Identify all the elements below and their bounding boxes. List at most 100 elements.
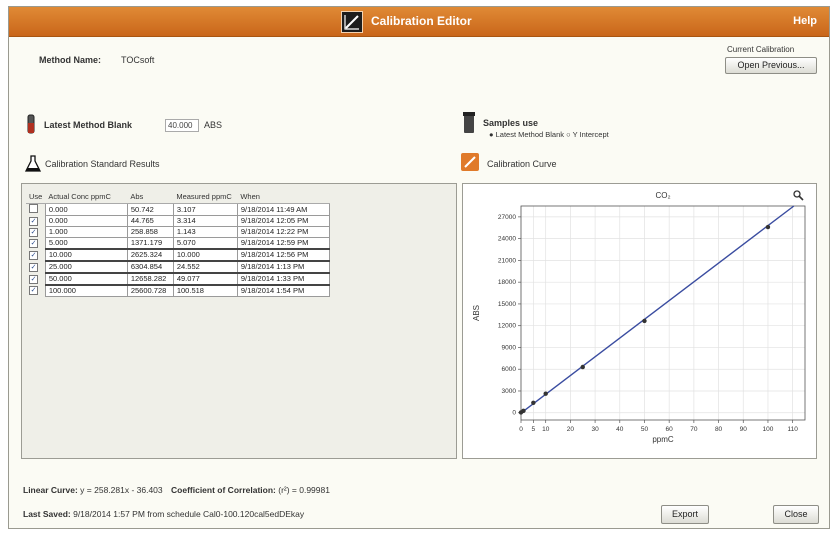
- when-cell: 9/18/2014 12:22 PM: [236, 225, 330, 238]
- use-checkbox[interactable]: ✓: [29, 227, 38, 237]
- results-table: Use Actual Conc ppmC Abs Measured ppmC W…: [26, 190, 330, 297]
- abs-cell: 12658.282: [126, 271, 174, 285]
- zoom-icon[interactable]: [793, 190, 804, 201]
- col-actual-conc: Actual Conc ppmC: [45, 190, 128, 204]
- last-saved-value: 9/18/2014 1:57 PM from schedule Cal0-100…: [73, 509, 305, 519]
- help-link[interactable]: Help: [793, 15, 817, 27]
- x-tick-label: 80: [715, 426, 723, 433]
- window-title: Calibration Editor: [371, 14, 472, 28]
- actual-conc-cell: 0.000: [44, 203, 128, 216]
- method-name-value: TOCsoft: [121, 55, 155, 65]
- current-calibration-label: Current Calibration: [727, 45, 795, 54]
- table-row[interactable]: 0.000 50.742 3.107 9/18/2014 11:49 AM: [26, 203, 330, 216]
- open-previous-button[interactable]: Open Previous...: [725, 57, 817, 74]
- measured-cell: 100.518: [172, 283, 238, 297]
- plot-area: [520, 205, 806, 421]
- x-tick-label: 40: [616, 426, 624, 433]
- actual-conc-cell: 25.000: [44, 259, 128, 273]
- table-row[interactable]: ✓ 100.000 25600.728 100.518 9/18/2014 1:54 P…: [26, 283, 330, 297]
- use-checkbox[interactable]: ✓: [29, 250, 38, 260]
- method-name-label: Method Name:: [39, 55, 102, 65]
- samples-use-label: Samples use: [483, 118, 539, 128]
- data-point: [580, 364, 585, 370]
- correlation-value: (r²) = 0.99981: [278, 485, 330, 495]
- use-cell: ✓: [26, 226, 45, 237]
- col-measured: Measured ppmC: [173, 190, 238, 204]
- abs-cell: 2625.324: [126, 247, 174, 261]
- actual-conc-cell: 50.000: [44, 271, 128, 285]
- when-cell: 9/18/2014 1:33 PM: [236, 271, 330, 285]
- fit-line: [520, 205, 795, 414]
- y-tick-label: 27000: [498, 214, 516, 221]
- y-tick-label: 0: [512, 410, 516, 417]
- table-row[interactable]: ✓ 5.000 1371.179 5.070 9/18/2014 12:59 PM: [26, 236, 330, 249]
- use-cell: [26, 204, 45, 216]
- abs-cell: 6304.854: [126, 259, 174, 273]
- calibration-editor-window: Calibration Editor Help Method Name: TOC…: [8, 6, 830, 529]
- table-row[interactable]: ✓ 25.000 6304.854 24.552 9/18/2014 1:13 PM: [26, 259, 330, 273]
- measured-cell: 3.107: [172, 203, 238, 216]
- actual-conc-cell: 1.000: [44, 225, 128, 238]
- when-cell: 9/18/2014 12:05 PM: [236, 214, 330, 227]
- export-button[interactable]: Export: [661, 505, 709, 524]
- chart-title: CO₂: [655, 191, 670, 200]
- use-checkbox[interactable]: [29, 204, 38, 213]
- table-row[interactable]: ✓ 50.000 12658.282 49.077 9/18/2014 1:33 PM: [26, 271, 330, 285]
- close-button[interactable]: Close: [773, 505, 819, 524]
- measured-cell: 1.143: [172, 225, 238, 238]
- y-axis-label: ABS: [472, 305, 481, 321]
- use-checkbox[interactable]: ✓: [29, 216, 38, 226]
- last-saved-row: Last Saved: 9/18/2014 1:57 PM from sched…: [23, 509, 304, 519]
- linear-curve-value: y = 258.281x - 36.403: [80, 485, 163, 495]
- calibration-curve-label: Calibration Curve: [487, 159, 557, 169]
- latest-method-blank-label: Latest Method Blank: [44, 120, 133, 130]
- calibration-curve-icon: [461, 153, 479, 176]
- y-tick-label: 21000: [498, 257, 516, 264]
- y-tick-label: 18000: [498, 279, 516, 286]
- use-checkbox[interactable]: ✓: [29, 262, 38, 272]
- when-cell: 9/18/2014 12:56 PM: [236, 247, 330, 261]
- method-blank-input[interactable]: [165, 119, 199, 132]
- x-tick-label: 5: [532, 426, 536, 433]
- linear-curve-row: Linear Curve: y = 258.281x - 36.403 Coef…: [23, 485, 330, 495]
- abs-cell: 258.858: [126, 225, 174, 238]
- x-tick-label: 70: [690, 426, 698, 433]
- measured-cell: 10.000: [172, 247, 238, 261]
- x-tick-label: 90: [740, 426, 748, 433]
- use-cell: ✓: [26, 215, 45, 226]
- y-tick-label: 12000: [498, 323, 516, 330]
- correlation-label: Coefficient of Correlation:: [171, 485, 276, 495]
- col-when: When: [237, 190, 330, 204]
- data-point: [531, 400, 536, 405]
- table-row[interactable]: ✓ 0.000 44.765 3.314 9/18/2014 12:05 PM: [26, 214, 330, 227]
- use-checkbox[interactable]: ✓: [29, 274, 38, 284]
- table-row[interactable]: ✓ 1.000 258.858 1.143 9/18/2014 12:22 PM: [26, 225, 330, 238]
- vial-icon: [25, 113, 37, 140]
- x-tick-label: 110: [787, 426, 798, 433]
- col-use: Use: [26, 190, 46, 204]
- use-cell: ✓: [26, 285, 45, 297]
- measured-cell: 3.314: [172, 214, 238, 227]
- use-cell: ✓: [26, 237, 45, 249]
- y-tick-label: 3000: [502, 388, 517, 395]
- x-tick-label: 0: [519, 426, 523, 433]
- x-tick-label: 10: [542, 426, 550, 433]
- data-point: [521, 408, 526, 414]
- flask-icon: [24, 155, 42, 178]
- use-cell: ✓: [26, 249, 45, 261]
- actual-conc-cell: 100.000: [44, 283, 128, 297]
- measured-cell: 5.070: [172, 236, 238, 249]
- use-checkbox[interactable]: ✓: [29, 286, 38, 296]
- x-tick-label: 100: [763, 426, 774, 433]
- table-row[interactable]: ✓ 10.000 2625.324 10.000 9/18/2014 12:56 PM: [26, 247, 330, 261]
- sample-vial-icon: [461, 111, 477, 140]
- actual-conc-cell: 10.000: [44, 247, 128, 261]
- x-tick-label: 60: [666, 426, 674, 433]
- samples-option-row: ● Latest Method Blank ○ Y Intercept: [489, 130, 609, 139]
- y-tick-label: 9000: [502, 344, 517, 351]
- actual-conc-cell: 0.000: [44, 214, 128, 227]
- x-tick-label: 30: [591, 426, 599, 433]
- use-checkbox[interactable]: ✓: [29, 238, 38, 248]
- method-blank-radio[interactable]: ●: [489, 130, 496, 139]
- measured-cell: 49.077: [172, 271, 238, 285]
